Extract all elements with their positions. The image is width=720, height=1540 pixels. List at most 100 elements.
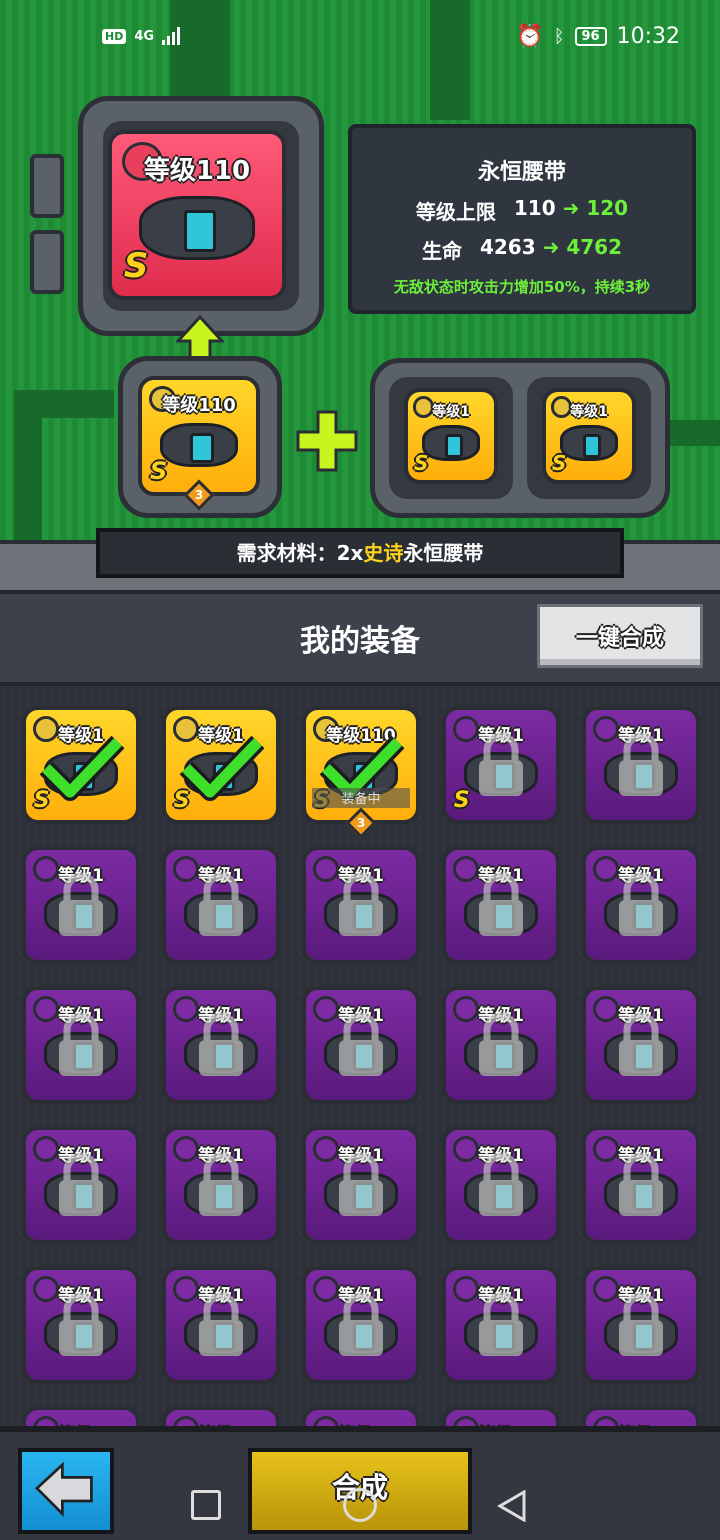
equipment-slot[interactable]: 等级1 <box>162 1406 280 1426</box>
lock-icon <box>479 732 523 796</box>
equipment-slot[interactable]: 等级1 <box>22 846 140 964</box>
material-item-level: 等级1 <box>570 403 608 420</box>
status-bar: HD 4G ⏰ ᛒ 96 10:32 <box>0 0 720 72</box>
equipment-slot[interactable]: 等级1 <box>302 846 420 964</box>
arrow-right-icon: ➜ <box>542 235 560 259</box>
nav-back-icon[interactable] <box>496 1490 528 1522</box>
equipment-slot[interactable]: 等级1 <box>582 706 700 824</box>
arrow-left-icon <box>35 1461 93 1517</box>
level-cap-to: 120 <box>586 196 629 220</box>
equipment-slot[interactable]: 等级1 S <box>442 706 560 824</box>
level-cap-row: 等级上限 110 ➜ 120 <box>352 196 692 225</box>
lock-icon <box>479 872 523 936</box>
equipment-slot[interactable]: 等级1 <box>302 1266 420 1384</box>
frame-bolt <box>30 154 64 218</box>
lock-icon <box>59 1152 103 1216</box>
hp-to: 4762 <box>566 235 623 259</box>
material-item-level: 等级1 <box>432 403 470 420</box>
merge-all-button[interactable]: 一键合成 <box>537 604 703 668</box>
equipment-item[interactable]: 等级1 <box>22 1406 140 1426</box>
home-icon[interactable] <box>343 1488 377 1522</box>
base-item[interactable]: 等级110 S <box>138 376 260 496</box>
lock-icon <box>339 1012 383 1076</box>
equipment-slot[interactable]: 等级1 <box>22 986 140 1104</box>
hp-from: 4263 <box>479 235 536 259</box>
frame-bolt <box>30 230 64 294</box>
equipment-slot[interactable]: 等级1 <box>162 846 280 964</box>
equipment-slot[interactable]: 等级1 S <box>162 706 280 824</box>
hp-label: 生命 <box>421 239 462 263</box>
hp-row: 生命 4263 ➜ 4762 <box>352 235 692 264</box>
network-type: 4G <box>134 28 155 44</box>
base-item-level: 等级110 <box>162 395 236 417</box>
checkmark-icon <box>179 735 264 801</box>
lock-icon <box>339 1292 383 1356</box>
lock-icon <box>199 1012 243 1076</box>
material-item-grade: S <box>552 450 567 475</box>
equipment-slot[interactable]: 等级1 <box>302 1406 420 1426</box>
result-item-level: 等级110 <box>143 156 251 187</box>
lock-icon <box>619 1292 663 1356</box>
equipment-slot[interactable]: 等级110S装备中3 <box>302 706 420 839</box>
lock-icon <box>619 872 663 936</box>
material-item-1[interactable]: 等级1 S <box>404 388 498 484</box>
equipment-slot[interactable]: 等级1 <box>442 846 560 964</box>
lock-icon <box>59 1012 103 1076</box>
equipment-slot[interactable]: 等级1 <box>162 1126 280 1244</box>
item-name: 永恒腰带 <box>477 160 566 185</box>
belt-icon <box>559 425 619 461</box>
level-cap-from: 110 <box>513 196 556 220</box>
equipment-slot[interactable]: 等级1 <box>302 1126 420 1244</box>
merge-scene: HD 4G ⏰ ᛒ 96 10:32 等级110 S 等级110 S 3 等级1… <box>0 0 720 590</box>
equipment-slot[interactable]: 等级1 <box>22 1406 140 1426</box>
base-item-grade: S <box>149 457 168 486</box>
arrow-right-icon: ➜ <box>562 196 580 220</box>
equipment-item[interactable]: 等级1 <box>582 1406 700 1426</box>
equipment-slot[interactable]: 等级1 S <box>22 706 140 824</box>
equipment-slot[interactable]: 等级1 <box>22 1266 140 1384</box>
material-item-2[interactable]: 等级1 S <box>542 388 636 484</box>
equipment-slot[interactable]: 等级1 <box>582 846 700 964</box>
equipment-slot[interactable]: 等级1 <box>582 1126 700 1244</box>
equipment-slot[interactable]: 等级1 <box>582 1266 700 1384</box>
lock-icon <box>479 1292 523 1356</box>
alarm-icon: ⏰ <box>516 23 544 49</box>
lock-icon <box>199 872 243 936</box>
equipment-list-header: 我的装备 一键合成 <box>0 590 720 686</box>
lock-icon <box>339 1152 383 1216</box>
equipment-item[interactable]: 等级1 <box>162 1406 280 1426</box>
equipment-slot[interactable]: 等级1 <box>582 986 700 1104</box>
lock-icon <box>59 1292 103 1356</box>
equipment-slot[interactable]: 等级1 <box>582 1406 700 1426</box>
equipment-slot[interactable]: 等级1 <box>442 1266 560 1384</box>
equipment-slot[interactable]: 等级1 <box>442 986 560 1104</box>
bluetooth-icon: ᛒ <box>553 25 565 47</box>
requirement-rarity: 史诗 <box>363 541 404 565</box>
battery-level: 96 <box>574 26 607 46</box>
lock-icon <box>199 1292 243 1356</box>
recent-apps-icon[interactable] <box>191 1490 221 1520</box>
equipment-grid: 等级1S等级1S等级110S装备中3等级1S等级1等级1等级1等级1等级1等级1… <box>0 686 720 1426</box>
clock: 10:32 <box>616 23 680 49</box>
equipment-slot[interactable]: 等级1 <box>162 1266 280 1384</box>
requirement-prefix: 需求材料：2x <box>236 541 364 565</box>
equipped-label: 装备中 <box>312 788 410 808</box>
equipment-slot[interactable]: 等级1 <box>442 1126 560 1244</box>
item-effect: 无敌状态时攻击力增加50%，持续3秒 <box>393 278 651 296</box>
background-pipe <box>14 390 42 550</box>
equipment-slot[interactable]: 等级1 <box>22 1126 140 1244</box>
equipment-item[interactable]: 等级1 <box>442 1406 560 1426</box>
equipment-slot[interactable]: 等级1 <box>442 1406 560 1426</box>
result-item-grade: S <box>123 246 149 287</box>
equipment-slot[interactable]: 等级1 <box>162 986 280 1104</box>
equipment-slot[interactable]: 等级1 <box>302 986 420 1104</box>
result-item[interactable]: 等级110 S <box>108 130 286 300</box>
belt-icon <box>421 425 481 461</box>
back-button[interactable] <box>18 1448 114 1534</box>
lock-icon <box>619 732 663 796</box>
lock-icon <box>59 872 103 936</box>
lock-icon <box>479 1152 523 1216</box>
equipment-item[interactable]: 等级1 <box>302 1406 420 1426</box>
belt-icon <box>139 195 255 261</box>
equipment-grade: S <box>453 788 470 814</box>
